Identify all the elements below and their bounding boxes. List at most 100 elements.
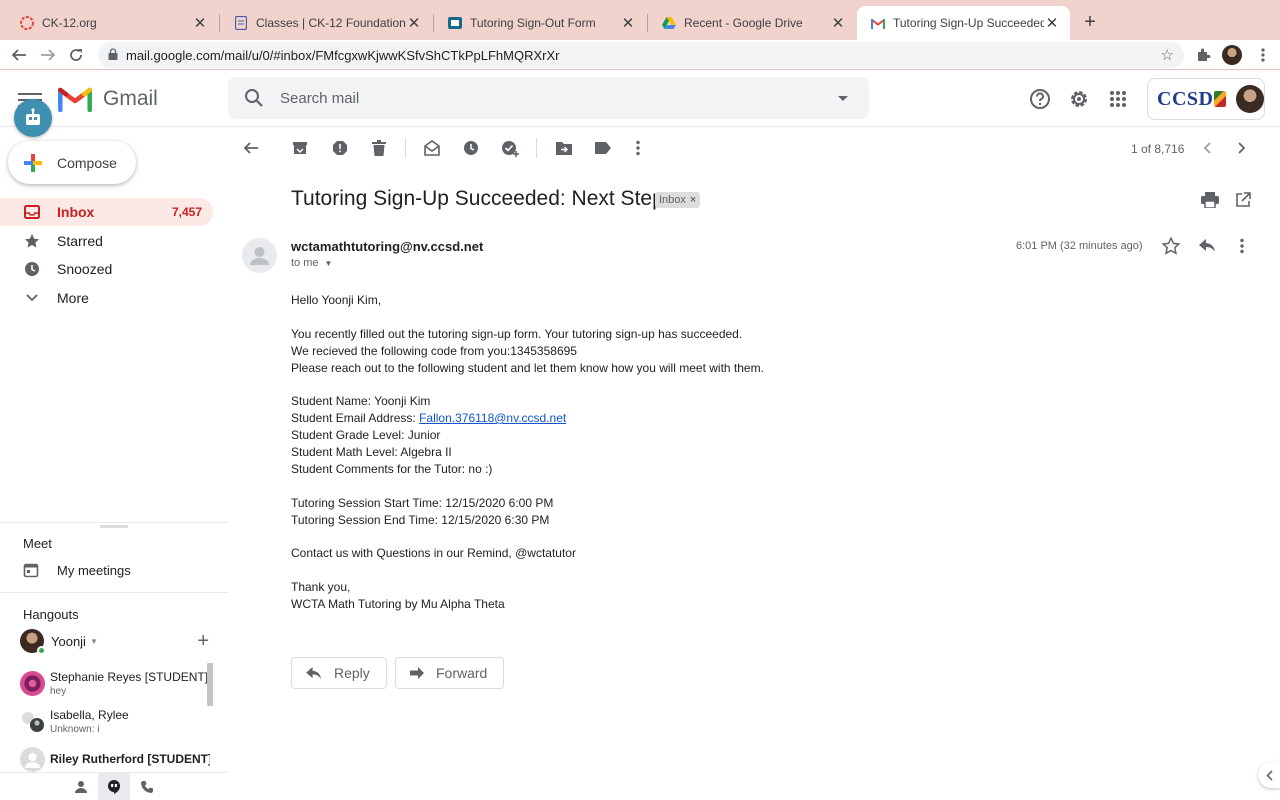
newer-chevron-left-icon[interactable] <box>1197 138 1217 158</box>
my-meetings-link[interactable]: My meetings <box>23 562 131 578</box>
tab-title: CK-12.org <box>42 16 97 30</box>
lock-icon <box>108 47 118 63</box>
account-switcher[interactable]: CCSD <box>1147 78 1265 120</box>
browser-profile-avatar[interactable] <box>1222 45 1242 65</box>
gmail-logo-icon[interactable] <box>58 86 92 113</box>
add-to-tasks-icon[interactable] <box>500 138 520 158</box>
sender-email[interactable]: wctamathtutoring@nv.ccsd.net <box>291 239 483 254</box>
inbox-label-chip[interactable]: Inbox × <box>655 192 701 208</box>
sidebar-item-more[interactable]: More <box>0 284 213 312</box>
toolbar-separator <box>405 138 406 158</box>
print-icon[interactable] <box>1200 190 1220 210</box>
robot-badge-icon[interactable] <box>14 99 52 137</box>
student-email-label: Student Email Address: <box>291 411 420 425</box>
browser-tab-google-drive[interactable]: Recent - Google Drive ✕ <box>648 6 856 40</box>
remove-label-close-icon[interactable]: × <box>690 194 696 206</box>
search-mail-bar[interactable]: Search mail <box>228 77 869 119</box>
gmail-favicon-icon <box>871 16 885 30</box>
google-apps-grid-icon[interactable] <box>1106 87 1130 111</box>
account-avatar[interactable] <box>1236 85 1264 113</box>
reply-label: Reply <box>334 665 370 681</box>
open-in-new-window-icon[interactable] <box>1233 190 1253 210</box>
chevron-down-icon[interactable]: ▼ <box>325 259 333 268</box>
browser-tab-gmail-active[interactable]: Tutoring Sign-Up Succeeded: N ✕ <box>857 6 1070 40</box>
forward-arrow-icon <box>410 667 424 679</box>
url-text: mail.google.com/mail/u/0/#inbox/FMfcgxwK… <box>126 47 560 63</box>
hangouts-chat-icon[interactable] <box>98 773 130 800</box>
forward-icon[interactable] <box>36 43 60 67</box>
mark-as-unread-icon[interactable] <box>422 138 442 158</box>
search-icon[interactable] <box>228 88 280 108</box>
browser-tab-ck12-classes[interactable]: Classes | CK-12 Foundation ✕ <box>220 6 432 40</box>
chevron-down-icon[interactable]: ▼ <box>90 637 98 646</box>
reply-button[interactable]: Reply <box>291 657 387 689</box>
report-spam-icon[interactable] <box>330 138 350 158</box>
email-subject: Tutoring Sign-Up Succeeded: Next Steps <box>291 187 675 210</box>
phone-icon[interactable] <box>131 773 163 800</box>
sidebar-item-starred[interactable]: Starred <box>0 227 213 255</box>
sidebar-item-label: Snoozed <box>57 261 113 277</box>
sidebar-item-inbox[interactable]: Inbox 7,457 <box>0 198 213 226</box>
hangouts-scrollbar[interactable] <box>207 663 213 706</box>
student-name-line: Student Name: Yoonji Kim <box>291 394 431 408</box>
sidebar-item-snoozed[interactable]: Snoozed <box>0 255 213 283</box>
tab-close-icon[interactable]: ✕ <box>620 14 636 32</box>
recipient-details-toggle[interactable]: to me ▼ <box>291 257 332 269</box>
forward-button[interactable]: Forward <box>395 657 505 689</box>
new-tab-button[interactable]: + <box>1080 8 1100 36</box>
tab-title: Classes | CK-12 Foundation <box>256 16 406 30</box>
online-status-dot <box>37 646 46 655</box>
reply-arrow-icon[interactable] <box>1197 236 1217 256</box>
tab-title: Tutoring Sign-Up Succeeded: N <box>893 16 1044 30</box>
contacts-person-icon[interactable] <box>65 773 97 800</box>
extensions-puzzle-icon[interactable] <box>1192 44 1214 66</box>
contact-avatar <box>20 670 45 696</box>
snooze-clock-icon[interactable] <box>461 138 481 158</box>
star-message-icon[interactable] <box>1161 236 1181 256</box>
label-tag-icon[interactable] <box>593 138 613 158</box>
sender-avatar[interactable] <box>242 238 277 273</box>
move-to-folder-icon[interactable] <box>554 138 574 158</box>
message-more-vertical-dots-icon[interactable] <box>1232 236 1252 256</box>
compose-label: Compose <box>57 154 117 171</box>
tab-close-icon[interactable]: ✕ <box>192 14 208 32</box>
chevron-down-icon <box>24 290 40 306</box>
settings-gear-icon[interactable] <box>1067 87 1091 111</box>
contact-last-message: hey <box>50 685 67 697</box>
help-icon[interactable] <box>1028 87 1052 111</box>
older-chevron-right-icon[interactable] <box>1232 138 1252 158</box>
delete-trash-icon[interactable] <box>369 138 389 158</box>
search-options-chevron-down-icon[interactable] <box>817 95 869 102</box>
new-conversation-plus-icon[interactable]: + <box>197 630 209 653</box>
side-panel-toggle-chevron-left-icon[interactable] <box>1258 762 1280 788</box>
hangouts-contact[interactable]: Isabella, Rylee Unknown: i <box>20 702 210 740</box>
session-start-line: Tutoring Session Start Time: 12/15/2020 … <box>291 496 554 510</box>
sidebar-divider <box>0 592 228 593</box>
url-bar[interactable]: mail.google.com/mail/u/0/#inbox/FMfcgxwK… <box>98 42 1184 68</box>
more-options-vertical-dots-icon[interactable] <box>628 138 648 158</box>
body-text-line: You recently filled out the tutoring sig… <box>291 327 743 341</box>
search-input[interactable]: Search mail <box>280 90 817 107</box>
hangouts-user-status[interactable]: Yoonji ▼ + <box>20 628 215 655</box>
contact-last-message: Unknown: i <box>50 723 100 735</box>
bookmark-star-icon[interactable]: ☆ <box>1161 46 1174 64</box>
browser-tab-ck12[interactable]: CK-12.org ✕ <box>6 6 218 40</box>
compose-button[interactable]: Compose <box>8 141 136 184</box>
contact-name: Stephanie Reyes [STUDENT] <box>50 669 209 684</box>
tab-close-icon[interactable]: ✕ <box>830 14 846 32</box>
ccsd-logo: CCSD <box>1157 87 1214 110</box>
inbox-icon <box>24 204 40 220</box>
archive-icon[interactable] <box>290 138 310 158</box>
hangouts-contact[interactable]: Stephanie Reyes [STUDENT] hey <box>20 664 210 702</box>
browser-tab-tutoring-form[interactable]: Tutoring Sign-Out Form ✕ <box>434 6 646 40</box>
browser-menu-icon[interactable] <box>1252 44 1274 66</box>
reply-arrow-icon <box>306 666 322 680</box>
tab-close-icon[interactable]: ✕ <box>1044 14 1060 32</box>
reload-icon[interactable] <box>64 43 88 67</box>
back-to-inbox-arrow-icon[interactable] <box>241 138 261 158</box>
tab-close-icon[interactable]: ✕ <box>406 14 422 32</box>
student-email-link[interactable]: Fallon.376118@nv.ccsd.net <box>419 411 566 425</box>
panel-resize-handle[interactable] <box>100 525 128 528</box>
ccsd-logo-mark-icon <box>1214 91 1227 107</box>
back-icon[interactable] <box>7 43 31 67</box>
